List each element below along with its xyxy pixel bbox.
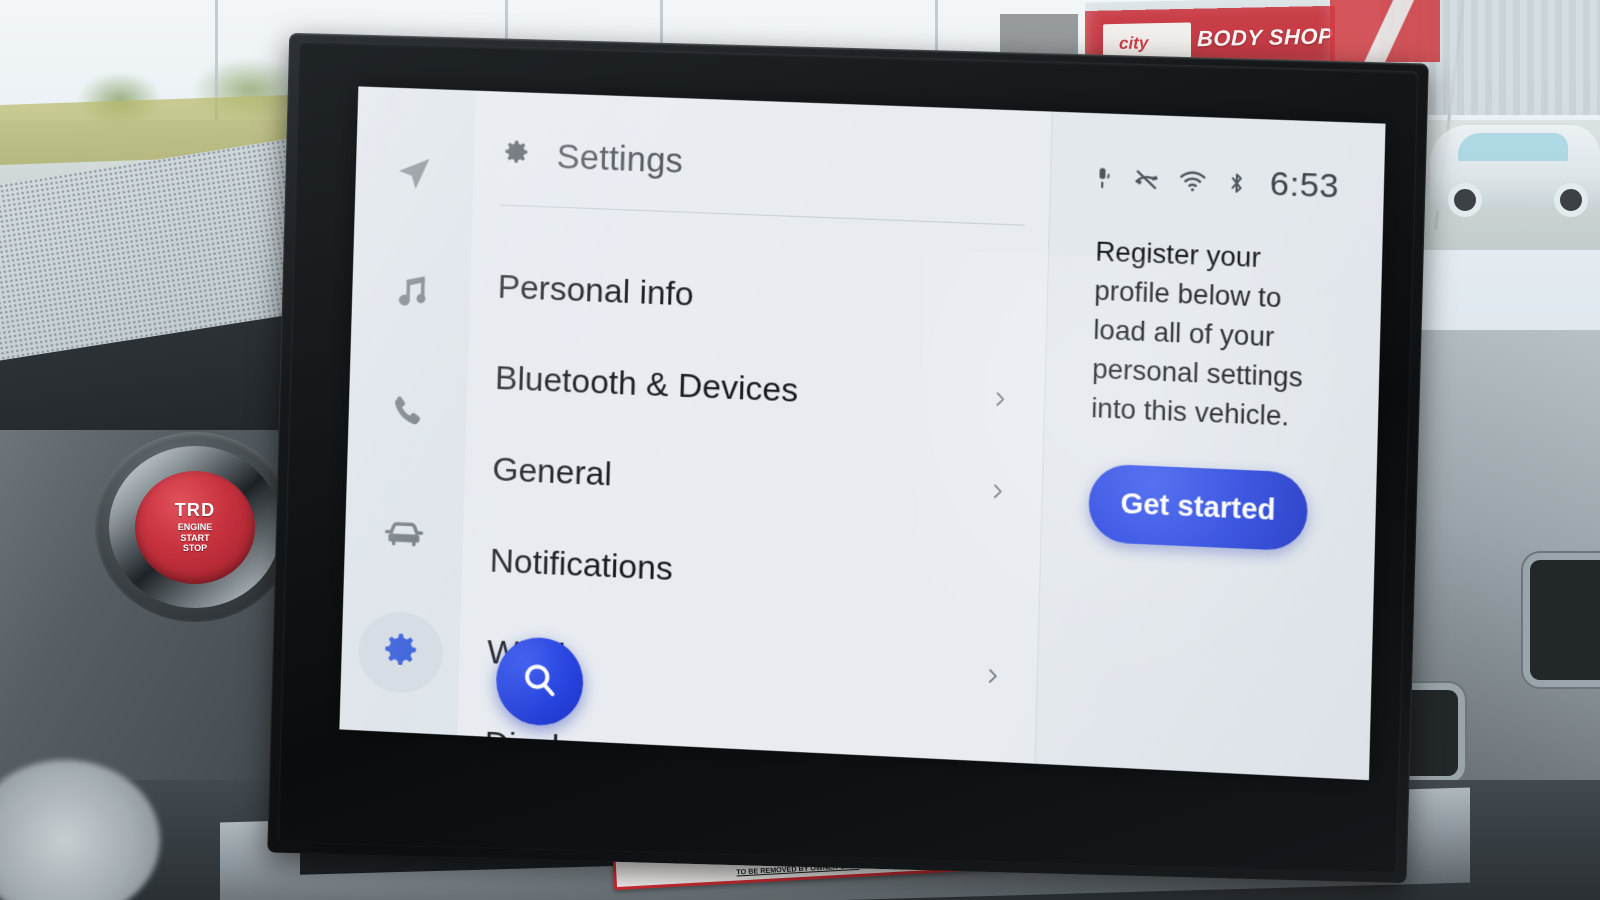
profile-promo: Register your profile below to load all …: [1041, 196, 1383, 555]
air-vent: [1530, 560, 1600, 680]
start-button-housing: TRD ENGINE START STOP: [95, 432, 295, 622]
get-started-button[interactable]: Get started: [1087, 463, 1309, 552]
sidebar-item-navigation[interactable]: [371, 130, 458, 213]
app-sidebar: [339, 86, 476, 736]
start-button-line1: ENGINE: [177, 522, 213, 533]
status-bar: 6:53: [1051, 112, 1386, 209]
background-sign-stripe: [1330, 0, 1440, 62]
call-muted-icon: [1132, 165, 1161, 194]
engine-start-stop-button[interactable]: TRD ENGINE START STOP: [135, 471, 255, 584]
bluetooth-icon: [1224, 169, 1249, 197]
touchscreen-display[interactable]: Settings Personal info Bluetooth & Devic…: [339, 86, 1386, 781]
start-button-chrome-ring: TRD ENGINE START STOP: [109, 446, 281, 608]
menu-item-label: Personal info: [497, 267, 695, 314]
music-note-icon: [389, 269, 433, 314]
search-icon: [517, 656, 562, 707]
car-front-icon: [382, 509, 426, 555]
start-button-line2: START: [180, 532, 210, 543]
header-divider: [500, 204, 1025, 226]
settings-list-pane: Settings Personal info Bluetooth & Devic…: [457, 90, 1052, 764]
sidebar-item-vehicle[interactable]: [361, 490, 448, 574]
sidebar-item-phone[interactable]: [364, 370, 451, 454]
profile-registration-pane: 6:53 Register your profile below to load…: [1034, 111, 1386, 781]
gear-icon: [379, 630, 421, 674]
status-bar-clock: 6:53: [1269, 164, 1340, 206]
settings-screen: Settings Personal info Bluetooth & Devic…: [339, 86, 1386, 781]
start-button-caption: ENGINE START STOP: [178, 522, 213, 553]
parked-car-wheel: [1448, 183, 1482, 217]
chevron-right-icon: [990, 389, 1011, 410]
wifi-icon: [1177, 166, 1207, 196]
menu-item-label: General: [491, 449, 613, 493]
chevron-right-icon: [987, 481, 1008, 502]
sidebar-item-media[interactable]: [368, 250, 455, 334]
parked-car-window: [1458, 133, 1568, 161]
chevron-right-icon: [982, 666, 1003, 687]
parked-car-wheel: [1554, 183, 1588, 217]
navigation-arrow-icon: [392, 150, 436, 195]
gear-icon: [501, 138, 532, 174]
profile-promo-message: Register your profile below to load all …: [1090, 235, 1304, 432]
sidebar-item-settings[interactable]: [357, 610, 444, 695]
menu-item-label: Bluetooth & Devices: [494, 358, 799, 410]
microphone-muted-icon: [1089, 164, 1116, 191]
infotainment-head-unit: Settings Personal info Bluetooth & Devic…: [267, 32, 1429, 884]
body-shop-sign-text: BODY SHOP: [1197, 23, 1334, 52]
body-shop-brand: city: [1119, 33, 1149, 53]
menu-item-label: Notifications: [489, 541, 674, 588]
page-title: Settings: [556, 137, 684, 181]
start-button-line3: STOP: [182, 543, 208, 554]
parked-car: [1430, 125, 1600, 217]
trd-brand-label: TRD: [174, 500, 216, 521]
phone-handset-icon: [386, 390, 428, 433]
